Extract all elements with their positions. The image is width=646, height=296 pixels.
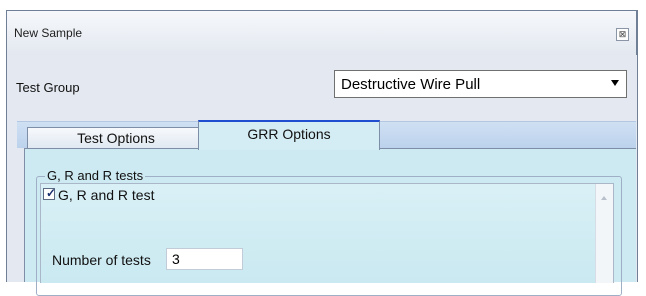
close-icon[interactable]: ⊠ [616,28,629,41]
number-of-tests-label: Number of tests [52,252,151,268]
title-bar[interactable]: New Sample ⊠ [7,11,637,55]
window-title: New Sample [14,26,83,40]
checkmark-icon: ✓ [46,186,57,200]
vertical-scrollbar[interactable] [595,184,613,283]
tab-test-options-label: Test Options [77,130,155,146]
tab-strip: Test Options GRR Options [17,120,636,150]
test-group-selected-value: Destructive Wire Pull [341,76,481,93]
grr-test-checkbox-label: G, R and R test [58,187,155,203]
tab-test-options[interactable]: Test Options [27,127,205,149]
number-of-tests-input[interactable]: 3 [166,248,243,270]
tab-grr-options-label: GRR Options [247,126,331,142]
chevron-down-icon[interactable] [611,80,619,86]
number-of-tests-value: 3 [172,251,180,267]
tab-grr-options[interactable]: GRR Options [198,120,380,150]
grr-tests-group-title: G, R and R tests [45,168,146,183]
test-group-label: Test Group [16,80,80,95]
grr-test-checkbox[interactable]: ✓ [43,186,57,200]
scroll-up-icon[interactable] [601,196,607,200]
test-group-select[interactable]: Destructive Wire Pull [334,70,627,98]
